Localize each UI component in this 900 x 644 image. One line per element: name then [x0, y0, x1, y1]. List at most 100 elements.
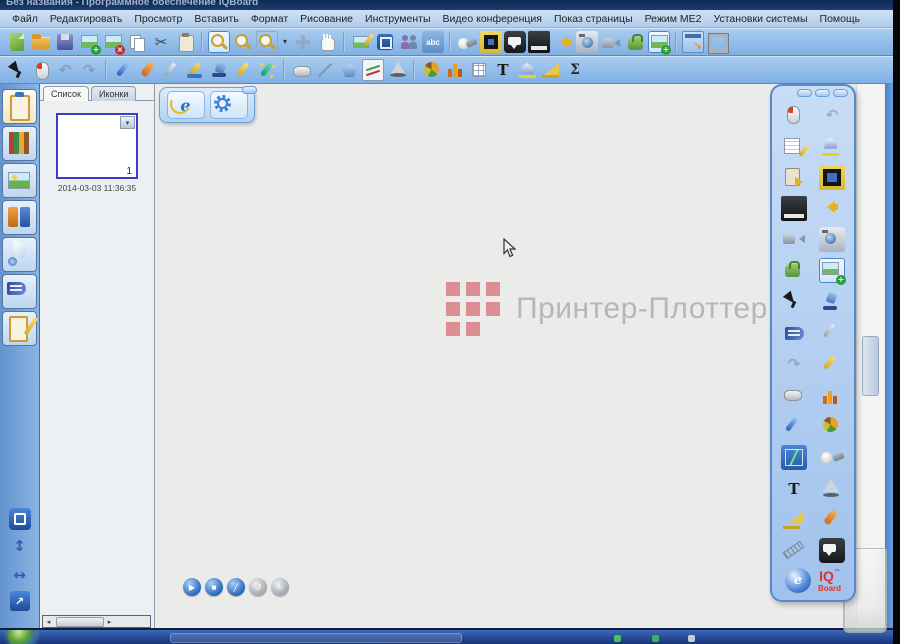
highlighter-button[interactable]: [819, 352, 845, 377]
resource-bag-button[interactable]: [624, 31, 646, 53]
back-button[interactable]: [819, 196, 845, 221]
scroll-horizontal-button[interactable]: ↔: [7, 562, 33, 588]
spellcheck-button[interactable]: abc: [422, 31, 444, 53]
brush-pen-button[interactable]: [136, 59, 158, 81]
video-recorder-button[interactable]: [781, 227, 807, 252]
start-button[interactable]: [8, 628, 36, 644]
formula-button[interactable]: Σ: [564, 59, 586, 81]
spotlight-button[interactable]: [819, 445, 845, 470]
fullscreen-button[interactable]: [374, 31, 396, 53]
steel-pen-button[interactable]: [819, 320, 845, 345]
redo-button[interactable]: ↷: [78, 59, 100, 81]
chart-button[interactable]: [781, 445, 807, 470]
prev-page-button[interactable]: ↺: [249, 578, 267, 596]
ruler-button[interactable]: [781, 538, 807, 563]
protractor-button[interactable]: [540, 59, 562, 81]
screen-shade-button[interactable]: [819, 165, 845, 190]
notes-button[interactable]: [781, 134, 807, 159]
select-button[interactable]: [6, 59, 28, 81]
scroll-left-button[interactable]: ◂: [43, 618, 54, 626]
save-button[interactable]: [54, 31, 76, 53]
steel-pen-button[interactable]: [160, 59, 182, 81]
pages-panel-button[interactable]: [2, 89, 37, 124]
tray-icon[interactable]: [614, 635, 621, 642]
zoom-region-button[interactable]: [256, 31, 278, 53]
tray-icon[interactable]: [652, 635, 659, 642]
brush-pen-button[interactable]: [819, 507, 845, 532]
fit-page-button[interactable]: [292, 31, 314, 53]
toolbar-minimize-handle[interactable]: [242, 86, 257, 94]
cut-button[interactable]: ✂: [150, 31, 172, 53]
draw-button[interactable]: ╱: [227, 578, 245, 596]
pen-button[interactable]: [112, 59, 134, 81]
canvas-scrollbar[interactable]: [856, 84, 884, 628]
pie-chart-button[interactable]: [420, 59, 442, 81]
menu-tools[interactable]: Инструменты: [359, 13, 436, 25]
canvas-scroll-thumb[interactable]: [862, 336, 879, 396]
eraser-button[interactable]: [290, 59, 312, 81]
screen-annotation-button[interactable]: [819, 538, 845, 563]
mouse-button[interactable]: [30, 59, 52, 81]
menu-insert[interactable]: Вставить: [188, 13, 245, 25]
flipchart-button[interactable]: [781, 320, 807, 345]
taskbar-item[interactable]: [170, 633, 462, 643]
table-button[interactable]: [468, 59, 490, 81]
conference-button[interactable]: [398, 31, 420, 53]
stamp-pen-button[interactable]: [819, 289, 845, 314]
toolbar-close-button[interactable]: [833, 89, 848, 97]
mouse-button[interactable]: [781, 103, 807, 128]
menu-me2-mode[interactable]: Режим ME2: [639, 13, 708, 25]
highlighter-button[interactable]: [232, 59, 254, 81]
line-button[interactable]: [314, 59, 336, 81]
open-button[interactable]: [30, 31, 52, 53]
fill-button[interactable]: [819, 134, 845, 159]
screen-annotation-button[interactable]: [504, 31, 526, 53]
select-button[interactable]: [781, 289, 807, 314]
board-pen-button[interactable]: [184, 59, 206, 81]
resize-button[interactable]: ↗: [10, 591, 30, 611]
zoom-mode-caret[interactable]: ▾: [280, 31, 290, 53]
page-thumbnail[interactable]: ▾ 1: [56, 113, 138, 179]
frame-button[interactable]: [706, 31, 728, 53]
screen-shade-button[interactable]: [480, 31, 502, 53]
menu-draw[interactable]: Рисование: [294, 13, 359, 25]
menu-file[interactable]: Файл: [6, 13, 44, 25]
redo-button[interactable]: ↷: [781, 352, 807, 377]
resource-bag-button[interactable]: [781, 258, 807, 283]
scroll-right-button[interactable]: ▸: [104, 618, 115, 626]
spotlight-button[interactable]: [456, 31, 478, 53]
chart-button[interactable]: [362, 59, 384, 81]
menu-video-conference[interactable]: Видео конференция: [437, 13, 548, 25]
gallery-button[interactable]: [350, 31, 372, 53]
camera-button[interactable]: [576, 31, 598, 53]
back-button[interactable]: [552, 31, 574, 53]
tab-list[interactable]: Список: [43, 86, 89, 101]
shape-button[interactable]: [338, 59, 360, 81]
library-button[interactable]: [2, 126, 37, 161]
clipboard-button[interactable]: [781, 165, 807, 190]
video-recorder-button[interactable]: [600, 31, 622, 53]
folders-button[interactable]: [2, 200, 37, 235]
gallery-panel-button[interactable]: [2, 163, 37, 198]
undo-button[interactable]: ↶: [819, 103, 845, 128]
show-window-button[interactable]: [682, 31, 704, 53]
copy-button[interactable]: [126, 31, 148, 53]
thumbnail-menu-button[interactable]: ▾: [120, 116, 135, 129]
zoom-out-button[interactable]: −: [232, 31, 254, 53]
pie-chart-button[interactable]: [819, 414, 845, 439]
bar-chart-button[interactable]: [819, 383, 845, 408]
scroll-thumb[interactable]: [56, 617, 104, 627]
paste-button[interactable]: [174, 31, 196, 53]
eraser-button[interactable]: [781, 383, 807, 408]
menu-help[interactable]: Помощь: [814, 13, 867, 25]
zoom-in-button[interactable]: +: [208, 31, 230, 53]
blackboard-button[interactable]: [528, 31, 550, 53]
panel-scrollbar[interactable]: ◂ ▸: [42, 615, 151, 628]
menu-view[interactable]: Просмотр: [128, 13, 188, 25]
text-button[interactable]: T: [492, 59, 514, 81]
stamp-pen-button[interactable]: [208, 59, 230, 81]
browser-button[interactable]: e: [167, 91, 205, 119]
fill-button[interactable]: [516, 59, 538, 81]
menu-page-show[interactable]: Показ страницы: [548, 13, 639, 25]
settings-gear-icon[interactable]: [210, 91, 248, 119]
